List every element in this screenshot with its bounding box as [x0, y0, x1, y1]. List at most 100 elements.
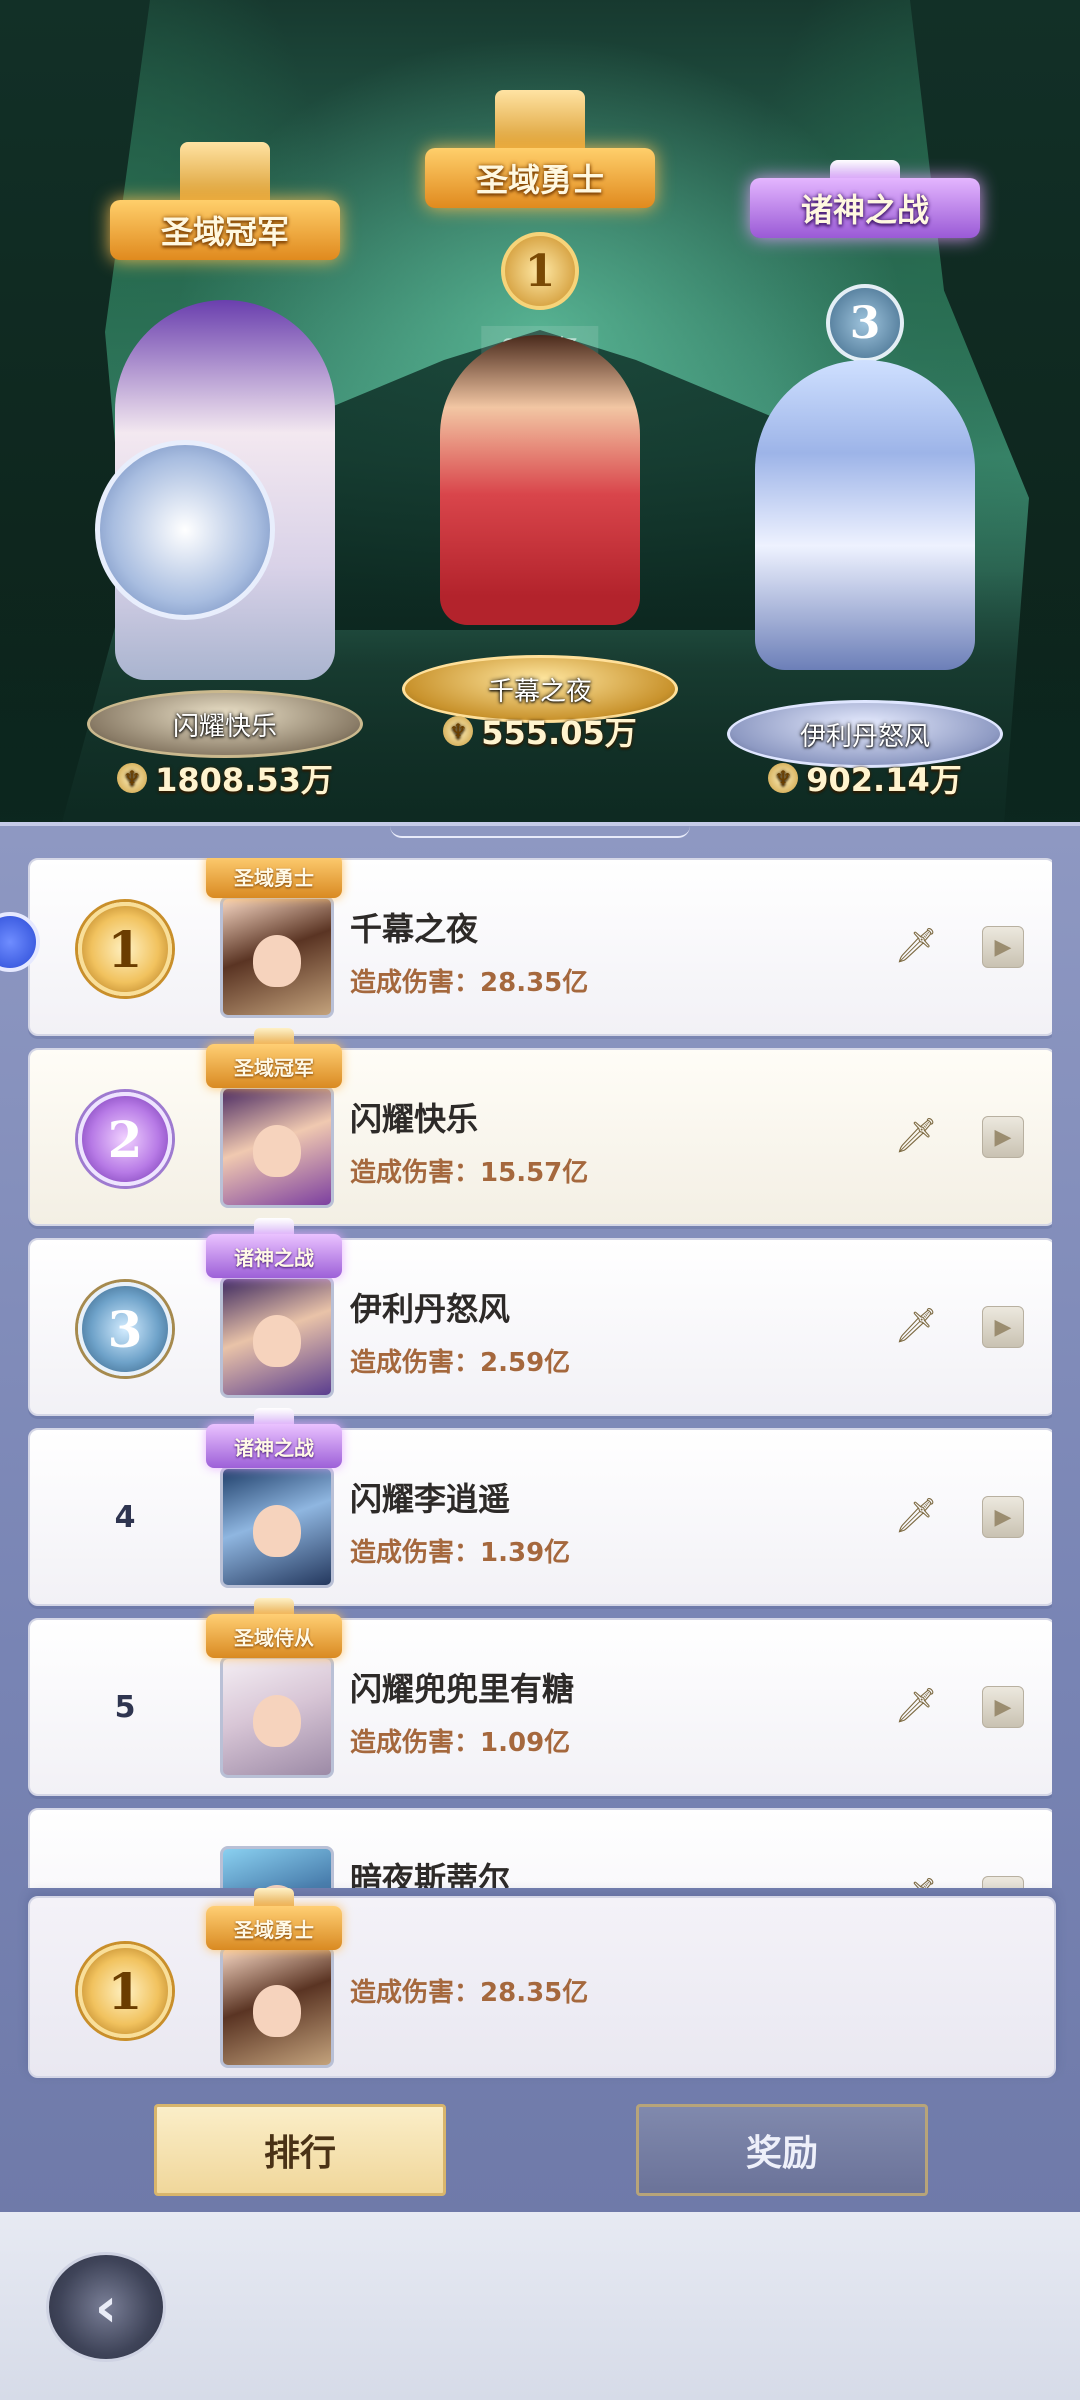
damage-value: 28.35亿	[480, 1978, 589, 2008]
title-badge: 圣域冠军	[110, 200, 340, 260]
damage-value: 2.59亿	[480, 1348, 571, 1378]
ranking-row[interactable]: 2 圣域冠军 闪耀快乐 造成伤害：15.57亿 🗡 ▶	[28, 1028, 1052, 1226]
damage-label: 造成伤害：	[350, 1538, 481, 1568]
player-avatar[interactable]	[220, 1086, 334, 1208]
player-name: 闪耀李逍遥	[350, 1480, 511, 1518]
play-icon[interactable]: ▶	[982, 1686, 1024, 1728]
power-value: ♆ 902.14万	[705, 755, 1025, 801]
power-text: 1808.53万	[155, 761, 333, 799]
player-avatar[interactable]	[220, 1846, 334, 1888]
podium-slot-3[interactable]: 诸神之战 3 5 伊利丹怒风 ♆ 902.14万	[705, 0, 1025, 830]
avatar-face	[253, 1125, 301, 1177]
rank-medal-blue: 3	[78, 1282, 172, 1376]
avatar-face	[253, 1315, 301, 1367]
hero-name: 伊利丹怒风	[799, 721, 930, 752]
damage-text: 造成伤害：2.59亿	[350, 1342, 570, 1379]
podium-slot-1[interactable]: 圣域勇士 1 8.35亿 千幕之夜 ♆ 555.05万	[380, 0, 700, 830]
crown-ornament	[180, 142, 270, 202]
damage-label: 造成伤害：	[350, 1978, 481, 2008]
player-name: 闪耀兜兜里有糖	[350, 1670, 575, 1708]
damage-text: 造成伤害：28.35亿	[350, 1972, 588, 2009]
title-crown-icon	[254, 1888, 294, 1908]
hero-name: 千幕之夜	[487, 676, 592, 707]
power-value: ♆ 1808.53万	[65, 755, 385, 801]
power-text: 902.14万	[806, 761, 962, 799]
ranking-row[interactable]: 5 圣域侍从 闪耀兜兜里有糖 造成伤害：1.09亿 🗡 ▶	[28, 1598, 1052, 1796]
damage-text: 造成伤害：1.39亿	[350, 1532, 570, 1569]
damage-label: 造成伤害：	[350, 1348, 481, 1378]
avatar-face	[253, 1505, 301, 1557]
damage-text: 造成伤害：1.09亿	[350, 1722, 570, 1759]
power-text: 555.05万	[481, 714, 637, 752]
crown-ornament	[495, 90, 585, 150]
tab-reward[interactable]: 奖励	[636, 2104, 928, 2196]
play-icon[interactable]: ▶	[982, 1496, 1024, 1538]
ranking-row[interactable]: 3 诸神之战 伊利丹怒风 造成伤害：2.59亿 🗡 ▶	[28, 1218, 1052, 1416]
sword-icon[interactable]: 🗡	[894, 924, 938, 968]
podium-scene: 圣域冠军 1 闪耀快乐 ♆ 1808.53万 圣域勇士 1 8.35亿 千幕之夜…	[0, 0, 1080, 830]
player-name: 伊利丹怒风	[350, 1290, 511, 1328]
hero-name: 闪耀快乐	[172, 711, 277, 742]
ranking-row[interactable]: 6 暗夜斯蒂尔 🗡 ▶	[28, 1808, 1052, 1888]
title-tag: 圣域勇士	[206, 1906, 342, 1950]
rank-medal: 1	[501, 232, 579, 310]
my-rank-row[interactable]: 1 圣域勇士 造成伤害：28.35亿	[28, 1888, 1056, 2078]
rank-number: 6	[90, 1820, 160, 1888]
pedestal: 闪耀快乐	[87, 690, 363, 758]
ranking-row[interactable]: 1 圣域勇士 千幕之夜 造成伤害：28.35亿 🗡 ▶	[28, 858, 1052, 1036]
player-avatar[interactable]	[220, 896, 334, 1018]
damage-value: 1.09亿	[480, 1728, 571, 1758]
damage-value: 15.57亿	[480, 1158, 589, 1188]
my-avatar[interactable]	[220, 1946, 334, 2068]
title-tag: 诸神之战	[206, 1424, 342, 1468]
rank-number: 4	[114, 1499, 136, 1535]
hero-figure[interactable]	[440, 335, 640, 625]
podium-slot-2[interactable]: 圣域冠军 1 闪耀快乐 ♆ 1808.53万	[65, 0, 385, 830]
power-value: ♆ 555.05万	[380, 708, 700, 754]
panel-ornament	[390, 826, 690, 838]
player-avatar[interactable]	[220, 1276, 334, 1398]
avatar-face	[253, 1695, 301, 1747]
ranking-panel: 1 圣域勇士 千幕之夜 造成伤害：28.35亿 🗡 ▶ 2 圣域冠军 闪耀快乐 …	[0, 822, 1080, 2216]
rank-medal-gold: 1	[78, 902, 172, 996]
avatar-face	[253, 935, 301, 987]
player-name: 暗夜斯蒂尔	[350, 1860, 511, 1888]
title-badge: 圣域勇士	[425, 148, 655, 208]
player-avatar[interactable]	[220, 1466, 334, 1588]
sword-icon[interactable]: 🗡	[894, 1874, 938, 1888]
shield	[95, 440, 275, 620]
power-icon: ♆	[117, 763, 148, 793]
title-tag: 诸神之战	[206, 1234, 342, 1278]
damage-value: 28.35亿	[480, 968, 589, 998]
play-icon[interactable]: ▶	[982, 926, 1024, 968]
player-avatar[interactable]	[220, 1656, 334, 1778]
bottom-bar: ‹	[0, 2212, 1080, 2400]
title-tag: 圣域勇士	[206, 858, 342, 898]
title-tag: 圣域冠军	[206, 1044, 342, 1088]
title-badge: 诸神之战	[750, 178, 980, 238]
rank-medal-gold: 1	[78, 1944, 172, 2038]
hero-figure[interactable]	[755, 360, 975, 670]
sword-icon[interactable]: 🗡	[894, 1114, 938, 1158]
damage-label: 造成伤害：	[350, 968, 481, 998]
play-icon[interactable]: ▶	[982, 1116, 1024, 1158]
player-name: 闪耀快乐	[350, 1100, 479, 1138]
rank-medal-purple: 2	[78, 1092, 172, 1186]
rank-number: 5	[114, 1689, 136, 1725]
sword-icon[interactable]: 🗡	[894, 1684, 938, 1728]
power-icon: ♆	[443, 716, 474, 746]
play-icon[interactable]: ▶	[982, 1306, 1024, 1348]
sword-icon[interactable]: 🗡	[894, 1304, 938, 1348]
damage-value: 1.39亿	[480, 1538, 571, 1568]
ranking-list[interactable]: 1 圣域勇士 千幕之夜 造成伤害：28.35亿 🗡 ▶ 2 圣域冠军 闪耀快乐 …	[28, 858, 1052, 1888]
rank-medal: 3	[826, 284, 904, 362]
back-arrow-icon[interactable]: ‹	[46, 2252, 166, 2362]
ranking-row[interactable]: 4 诸神之战 闪耀李逍遥 造成伤害：1.39亿 🗡 ▶	[28, 1408, 1052, 1606]
damage-text: 造成伤害：28.35亿	[350, 962, 588, 999]
player-name: 千幕之夜	[350, 910, 479, 948]
tab-ranking[interactable]: 排行	[154, 2104, 446, 2196]
sword-icon[interactable]: 🗡	[894, 1494, 938, 1538]
damage-label: 造成伤害：	[350, 1728, 481, 1758]
power-icon: ♆	[768, 763, 799, 793]
play-icon[interactable]: ▶	[982, 1876, 1024, 1888]
